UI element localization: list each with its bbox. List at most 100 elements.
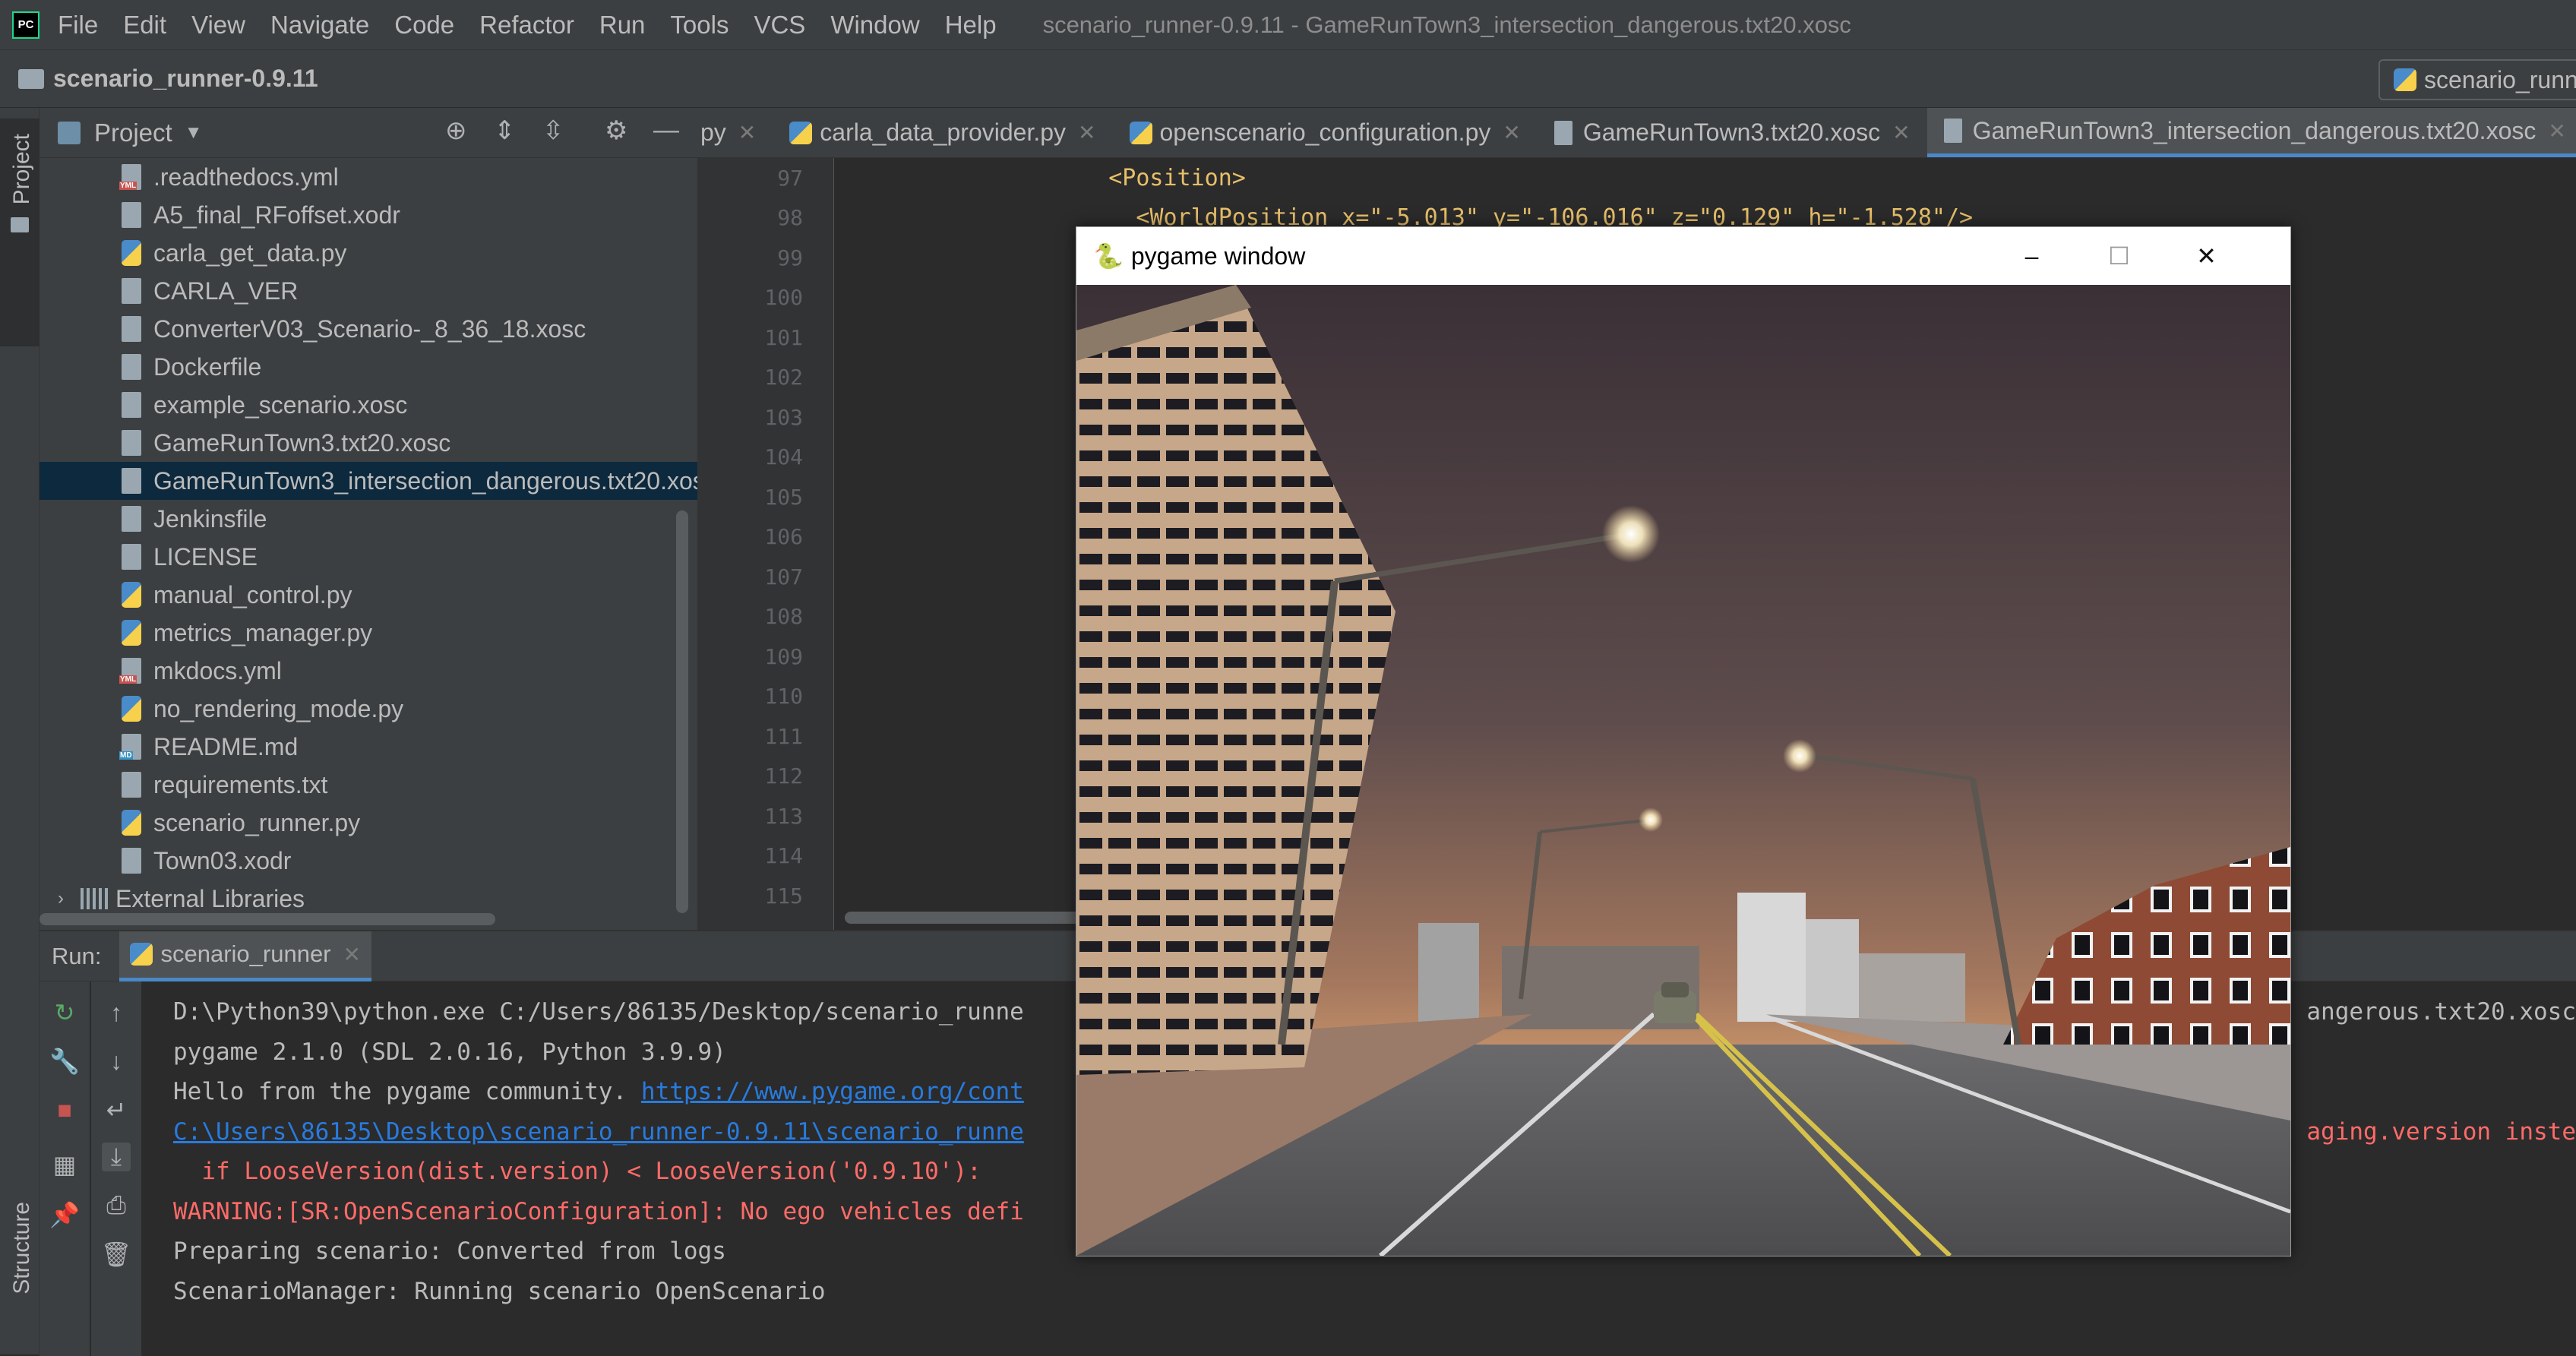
structure-tool-button[interactable]: Structure [0, 1187, 40, 1354]
line-number: 97 [777, 165, 803, 191]
tree-item[interactable]: A5_final_RFoffset.xodr [40, 196, 697, 234]
maximize-button[interactable]: ☐ [2075, 227, 2163, 285]
tree-item[interactable]: Town03.xodr [40, 842, 697, 880]
tree-item[interactable]: carla_get_data.py [40, 234, 697, 272]
menu-view[interactable]: View [191, 11, 245, 40]
editor-tab[interactable]: carla_data_provider.py ✕ [773, 108, 1112, 157]
tree-item[interactable]: Jenkinsfile [40, 500, 697, 538]
file-name: External Libraries [115, 884, 305, 912]
tree-item[interactable]: .readthedocs.yml [40, 158, 697, 196]
file-name: A5_final_RFoffset.xodr [153, 201, 400, 229]
tree-item[interactable]: mkdocs.yml [40, 652, 697, 690]
pygame-window[interactable]: 🐍 pygame window – ☐ ✕ [1076, 226, 2291, 1256]
wrench-icon[interactable]: 🔧 [49, 1047, 80, 1076]
layout-icon[interactable]: ▦ [50, 1150, 79, 1179]
tree-item[interactable]: no_rendering_mode.py [40, 690, 697, 728]
soft-wrap-icon[interactable]: ↵ [102, 1095, 131, 1124]
tree-item[interactable]: scenario_runner.py [40, 804, 697, 842]
tree-item[interactable]: GameRunTown3.txt20.xosc [40, 424, 697, 462]
navigation-bar: scenario_runner-0.9.11 scenario_runn [0, 50, 2576, 108]
project-view-selector[interactable]: Project [94, 119, 172, 147]
editor-tab-active[interactable]: GameRunTown3_intersection_dangerous.txt2… [1926, 108, 2576, 157]
project-tool-button[interactable]: Project [0, 119, 40, 346]
chevron-down-icon[interactable]: ▼ [185, 122, 203, 144]
close-icon[interactable]: ✕ [738, 120, 756, 145]
tree-horizontal-scrollbar[interactable] [40, 913, 495, 925]
tree-item-selected[interactable]: GameRunTown3_intersection_dangerous.txt2… [40, 462, 697, 500]
close-icon[interactable]: ✕ [1078, 120, 1095, 145]
editor-tab[interactable]: openscenario_configuration.py ✕ [1113, 108, 1538, 157]
console-text: Hello from the pygame community. [173, 1078, 641, 1106]
expand-all-icon[interactable]: ⇕ [494, 115, 516, 146]
close-icon[interactable]: ✕ [1503, 120, 1520, 145]
close-icon[interactable]: ✕ [2548, 119, 2565, 144]
line-number: 106 [764, 524, 803, 550]
tab-label: GameRunTown3.txt20.xosc [1582, 119, 1881, 146]
file-name: CARLA_VER [153, 277, 299, 305]
tree-item[interactable]: manual_control.py [40, 576, 697, 614]
stop-icon[interactable]: ■ [50, 1095, 79, 1124]
xml-file-icon [1943, 119, 1962, 143]
trash-icon[interactable]: 🗑 [101, 1240, 132, 1269]
locate-file-icon[interactable]: ⊕ [445, 115, 467, 146]
pin-icon[interactable]: 📌 [49, 1200, 80, 1229]
menu-refactor[interactable]: Refactor [479, 11, 574, 40]
python-file-icon [122, 810, 141, 836]
line-number: 109 [764, 643, 803, 669]
tree-item[interactable]: ConverterV03_Scenario-_8_36_18.xosc [40, 310, 697, 348]
editor-tab[interactable]: GameRunTown3.txt20.xosc ✕ [1538, 108, 1927, 157]
rerun-icon[interactable]: ↻ [50, 998, 79, 1027]
line-number: 111 [764, 723, 803, 749]
pygame-titlebar[interactable]: 🐍 pygame window – ☐ ✕ [1076, 227, 2290, 285]
arrow-down-icon[interactable]: ↓ [102, 1047, 131, 1076]
tree-item[interactable]: metrics_manager.py [40, 614, 697, 652]
tree-item[interactable]: README.md [40, 728, 697, 766]
tree-item[interactable]: Dockerfile [40, 348, 697, 386]
menu-navigate[interactable]: Navigate [270, 11, 369, 40]
file-name: metrics_manager.py [153, 618, 373, 646]
python-file-icon [789, 121, 813, 144]
console-text-overflow: angerous.txt20.xosc [2306, 998, 2576, 1026]
hide-panel-icon[interactable]: — [653, 115, 679, 145]
gear-icon[interactable]: ⚙ [605, 115, 627, 146]
pygame-url-link[interactable]: https://www.pygame.org/cont [641, 1078, 1024, 1105]
run-tab-scenario-runner[interactable]: scenario_runner ✕ [119, 931, 371, 981]
game-render-view[interactable] [1076, 285, 2290, 1256]
file-name: Dockerfile [153, 352, 262, 381]
tree-vertical-scrollbar[interactable] [676, 510, 688, 913]
python-icon [130, 943, 153, 966]
scroll-to-end-icon[interactable]: ⤓ [102, 1143, 131, 1171]
minimize-button[interactable]: – [1988, 227, 2075, 285]
menu-run[interactable]: Run [599, 11, 646, 40]
tree-item[interactable]: requirements.txt [40, 766, 697, 804]
folder-icon [18, 68, 44, 89]
pygame-window-title: pygame window [1130, 242, 1306, 270]
menu-window[interactable]: Window [830, 11, 919, 40]
close-icon[interactable]: ✕ [343, 942, 361, 967]
menu-file[interactable]: File [58, 11, 98, 40]
menu-tools[interactable]: Tools [670, 11, 729, 40]
run-configuration-selector[interactable]: scenario_runn [2378, 59, 2576, 100]
chevron-right-icon[interactable]: › [58, 888, 64, 909]
menu-edit[interactable]: Edit [123, 11, 166, 40]
text-file-icon [122, 354, 141, 380]
tree-item[interactable]: LICENSE [40, 538, 697, 576]
file-name: carla_get_data.py [153, 239, 347, 267]
arrow-up-icon[interactable]: ↑ [102, 998, 131, 1027]
text-file-icon [122, 392, 141, 418]
tree-item[interactable]: example_scenario.xosc [40, 386, 697, 424]
print-icon[interactable]: ⎙ [102, 1191, 131, 1220]
breadcrumb-project[interactable]: scenario_runner-0.9.11 [53, 65, 318, 93]
tab-label: carla_data_provider.py [820, 119, 1067, 146]
close-button[interactable]: ✕ [2163, 227, 2250, 285]
menu-vcs[interactable]: VCS [754, 11, 805, 40]
menu-code[interactable]: Code [394, 11, 454, 40]
menu-help[interactable]: Help [945, 11, 997, 40]
tree-item-external-libraries[interactable]: › External Libraries [40, 880, 697, 918]
collapse-all-icon[interactable]: ⇳ [542, 115, 564, 146]
file-path-link[interactable]: C:\Users\86135\Desktop\scenario_runner-0… [173, 1118, 1024, 1146]
close-icon[interactable]: ✕ [1892, 120, 1910, 145]
tree-item[interactable]: CARLA_VER [40, 272, 697, 310]
editor-tab[interactable]: py ✕ [697, 108, 773, 157]
editor-tab-bar: py ✕ carla_data_provider.py ✕ openscenar… [697, 108, 2576, 158]
